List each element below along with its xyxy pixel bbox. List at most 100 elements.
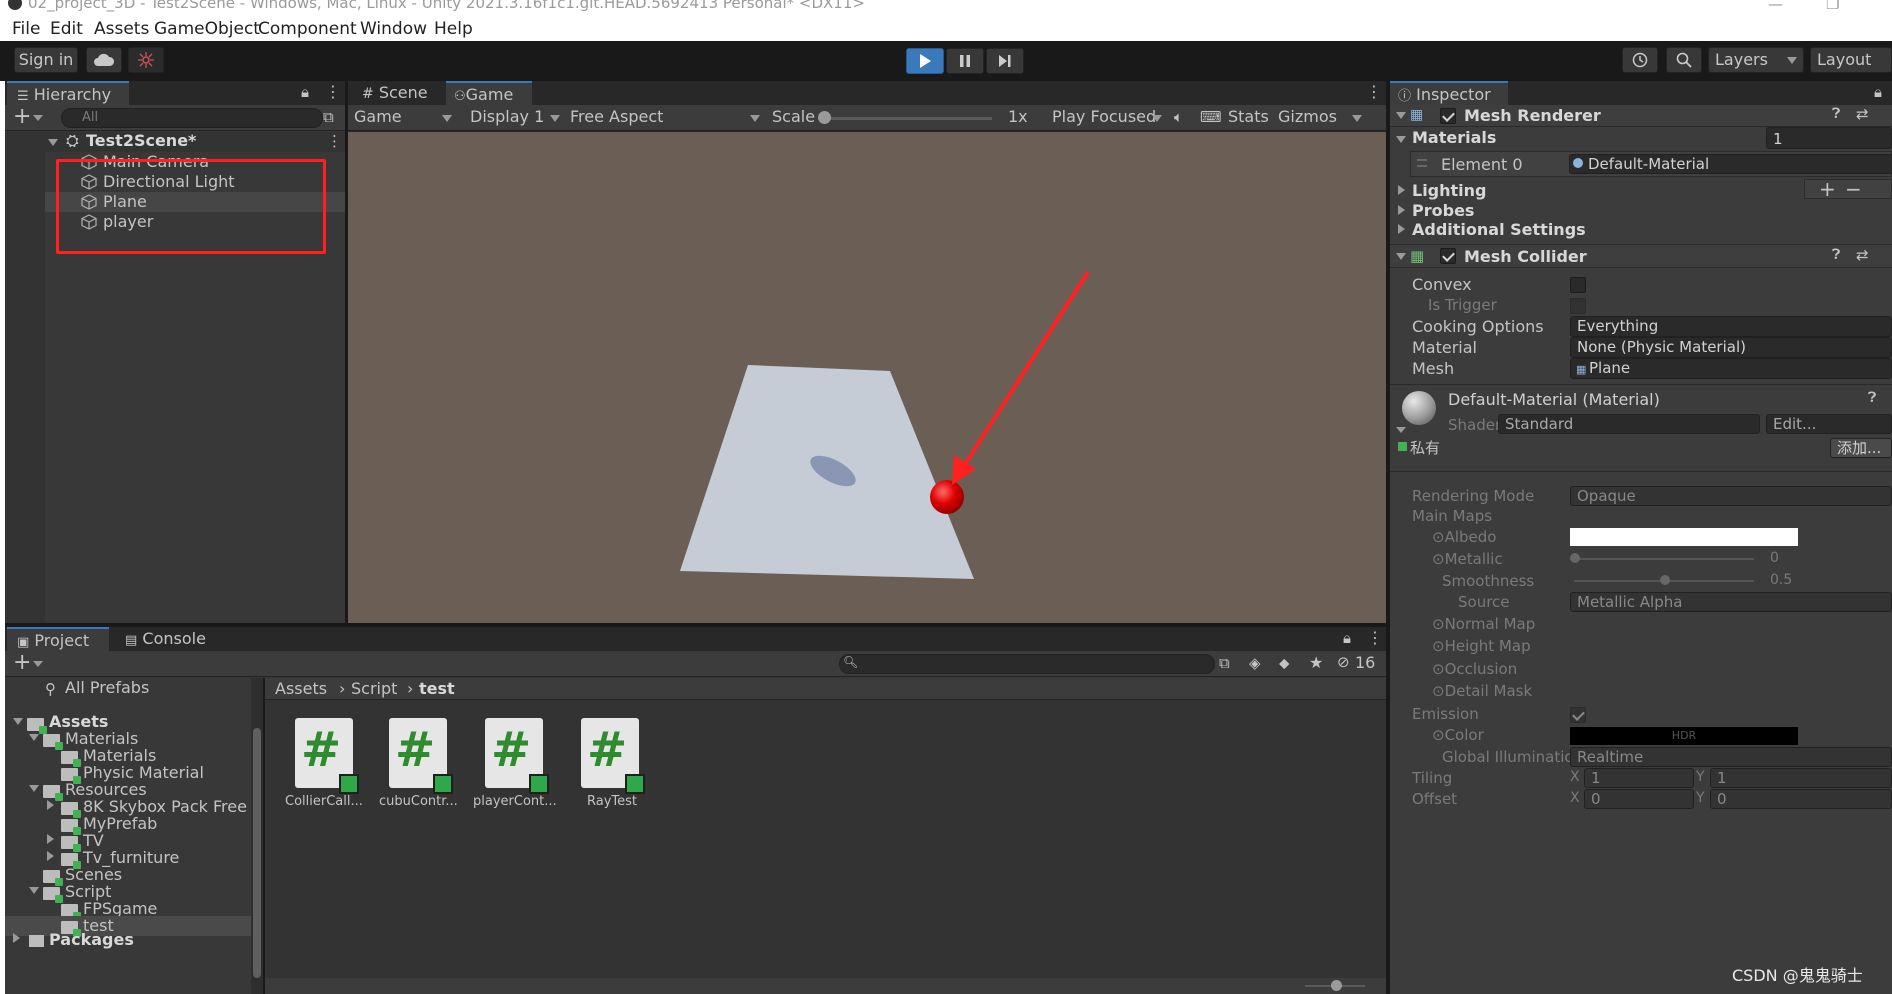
script-asset[interactable]: # CollierCall... <box>285 718 365 818</box>
smoothness-value[interactable]: 0.5 <box>1770 572 1792 588</box>
game-viewport[interactable] <box>348 132 1386 623</box>
all-prefabs-item[interactable]: All Prefabs <box>65 678 149 697</box>
tiling-y-field[interactable]: 1 <box>1710 768 1892 788</box>
display-dropdown[interactable]: Display 1 <box>466 107 562 129</box>
search-button[interactable] <box>1666 47 1702 73</box>
drag-handle-icon[interactable] <box>1417 159 1427 167</box>
tiling-x-field[interactable]: 1 <box>1584 768 1694 788</box>
tree-item-packages[interactable]: Packages <box>49 930 134 949</box>
scrollbar-thumb[interactable] <box>253 728 261 978</box>
script-asset[interactable]: # playerCont... <box>473 718 559 818</box>
menu-assets[interactable]: Assets <box>94 19 149 39</box>
game-view-dropdown[interactable]: Game <box>350 107 460 129</box>
probes-foldout[interactable]: Probes <box>1412 201 1474 220</box>
source-dropdown[interactable]: Metallic Alpha <box>1570 592 1892 612</box>
element0-material-field[interactable]: Default-Material <box>1569 154 1892 174</box>
additional-settings-foldout[interactable]: Additional Settings <box>1412 220 1586 239</box>
mute-audio-icon[interactable]: 🔈︎ <box>1174 108 1183 126</box>
script-asset[interactable]: # RayTest <box>571 718 651 818</box>
edit-shader-button[interactable]: Edit... <box>1766 414 1892 434</box>
global-illumination-dropdown[interactable]: Realtime <box>1570 747 1892 767</box>
settings-sliders-icon[interactable]: ⇄ <box>1856 246 1869 264</box>
emission-checkbox[interactable] <box>1570 707 1586 723</box>
help-icon[interactable]: ❓︎ <box>1832 247 1840 263</box>
menu-file[interactable]: File <box>12 19 40 39</box>
scale-slider-track[interactable] <box>822 117 992 120</box>
help-icon[interactable]: ❓︎ <box>1832 106 1840 122</box>
filter-icon[interactable]: ◈ <box>1249 654 1261 672</box>
more-options-icon[interactable]: ⋮ <box>325 82 341 101</box>
maximize-icon[interactable]: ❐ <box>1826 0 1839 13</box>
tab-console[interactable]: ▤ Console <box>115 627 215 651</box>
more-options-icon[interactable]: ⋮ <box>1366 82 1382 101</box>
convex-checkbox[interactable] <box>1570 277 1586 293</box>
sign-in-button[interactable]: Sign in <box>14 47 78 73</box>
albedo-color-swatch[interactable] <box>1570 528 1798 546</box>
lock-icon[interactable]: 🔒︎ <box>1874 83 1882 101</box>
private-checkbox[interactable] <box>1398 442 1407 451</box>
favorite-star-icon[interactable]: ★ <box>1309 653 1323 672</box>
chevron-right-icon[interactable] <box>1398 205 1405 215</box>
menu-gameobject[interactable]: GameObject <box>154 19 260 39</box>
breadcrumb-script[interactable]: Script <box>351 679 397 698</box>
project-search-input[interactable] <box>839 654 1215 674</box>
chevron-right-icon[interactable] <box>1398 185 1405 195</box>
hidden-packages-icon[interactable]: ⊘ <box>1337 653 1350 671</box>
collab-button[interactable] <box>128 47 164 73</box>
cloud-button[interactable] <box>86 47 122 73</box>
shader-dropdown[interactable]: Standard <box>1498 414 1760 434</box>
menu-component[interactable]: Component <box>258 19 357 39</box>
offset-y-field[interactable]: 0 <box>1710 789 1892 809</box>
zoom-slider-thumb[interactable] <box>1331 980 1342 991</box>
mesh-collider-enabled-checkbox[interactable] <box>1440 248 1456 264</box>
lighting-foldout[interactable]: Lighting <box>1412 181 1487 200</box>
pause-button[interactable] <box>946 48 984 74</box>
help-icon[interactable]: ❓︎ <box>1868 390 1876 406</box>
add-element-button[interactable]: + <box>1819 177 1836 201</box>
offset-x-field[interactable]: 0 <box>1584 789 1694 809</box>
metallic-slider-track[interactable] <box>1574 558 1754 560</box>
metallic-slider-thumb[interactable] <box>1570 553 1580 563</box>
label-icon[interactable]: ⬥ <box>1279 654 1290 672</box>
search-options-icon[interactable]: ⧉ <box>323 108 334 126</box>
scale-slider-thumb[interactable] <box>818 111 831 124</box>
play-focused-dropdown[interactable]: Play Focused <box>1048 107 1166 129</box>
tab-inspector[interactable]: ⓘ Inspector <box>1390 81 1508 105</box>
hierarchy-search-input[interactable]: All <box>61 108 323 128</box>
tab-hierarchy[interactable]: ☰ Hierarchy <box>7 81 129 105</box>
gizmos-dropdown[interactable]: Gizmos <box>1274 107 1366 129</box>
smoothness-slider-thumb[interactable] <box>1660 575 1670 585</box>
mesh-renderer-enabled-checkbox[interactable] <box>1440 108 1456 124</box>
tab-scene[interactable]: # Scene <box>352 81 444 105</box>
stats-button[interactable]: Stats <box>1228 107 1269 126</box>
menu-window[interactable]: Window <box>360 19 427 39</box>
add-label-button[interactable]: 添加... <box>1830 438 1892 458</box>
aspect-dropdown[interactable]: Free Aspect <box>566 107 766 129</box>
lock-icon[interactable]: 🔒︎ <box>301 83 309 101</box>
tab-project[interactable]: ▣ Project <box>7 627 109 651</box>
settings-sliders-icon[interactable]: ⇄ <box>1856 105 1869 123</box>
more-options-icon[interactable]: ⋮ <box>327 132 342 150</box>
breadcrumb-assets[interactable]: Assets <box>275 679 327 698</box>
more-options-icon[interactable]: ⋮ <box>1367 628 1383 647</box>
rendering-mode-dropdown[interactable]: Opaque <box>1570 486 1892 506</box>
is-trigger-checkbox[interactable] <box>1570 298 1586 314</box>
layers-dropdown[interactable]: Layers <box>1708 47 1804 73</box>
physic-material-field[interactable]: None (Physic Material) <box>1570 337 1892 358</box>
minimize-icon[interactable]: — <box>1768 0 1783 13</box>
step-button[interactable] <box>986 48 1024 74</box>
mesh-renderer-header[interactable]: ▦ Mesh Renderer ❓︎ ⇄ <box>1390 105 1892 127</box>
chevron-down-icon[interactable] <box>1396 136 1406 143</box>
history-button[interactable] <box>1622 47 1658 73</box>
breadcrumb-test[interactable]: test <box>419 679 455 698</box>
script-asset[interactable]: # cubuContr... <box>379 718 459 818</box>
metallic-value[interactable]: 0 <box>1770 550 1779 566</box>
emission-color-swatch[interactable]: HDR <box>1570 727 1798 745</box>
keyboard-icon[interactable]: ⌨ <box>1200 108 1222 126</box>
play-button[interactable] <box>906 48 944 74</box>
remove-element-button[interactable]: − <box>1845 177 1862 201</box>
mesh-collider-header[interactable]: ▦ Mesh Collider ❓︎ ⇄ <box>1390 244 1892 268</box>
mesh-field[interactable]: Plane <box>1570 358 1892 379</box>
tab-game[interactable]: ⚇Game <box>446 81 532 105</box>
add-icon[interactable]: + <box>13 651 31 675</box>
